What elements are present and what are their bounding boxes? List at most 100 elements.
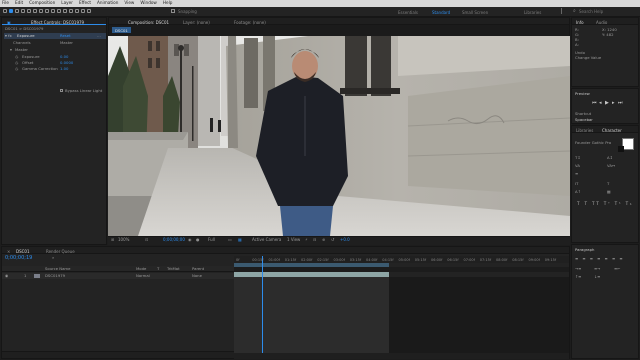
timeline-comp-tab[interactable]: DSC01 [14, 248, 32, 254]
puppet-tool-icon[interactable] [87, 9, 91, 13]
eraser-tool-icon[interactable] [75, 9, 79, 13]
fast-preview-icon[interactable]: ⚡ [305, 238, 308, 242]
libraries-tab[interactable]: Libraries [574, 127, 595, 133]
font-family-dropdown[interactable]: Founder Gothic Pro [575, 141, 611, 145]
indent-left-icon[interactable]: →≡ [575, 267, 581, 271]
pan-behind-tool-icon[interactable] [39, 9, 43, 13]
audio-tab[interactable]: Audio [594, 19, 609, 25]
rotate-tool-icon[interactable] [27, 9, 31, 13]
layer-parent-dropdown[interactable]: None [192, 274, 202, 278]
kerning-icon[interactable]: VA [575, 164, 580, 168]
exposure-stopwatch-icon[interactable]: ◷ [15, 55, 18, 59]
menu-help[interactable]: Help [163, 1, 173, 5]
menu-file[interactable]: File [2, 1, 9, 5]
clone-stamp-tool-icon[interactable] [69, 9, 73, 13]
zoom-tool-icon[interactable] [21, 9, 25, 13]
stroke-color-swatch[interactable] [618, 146, 624, 152]
region-of-interest-icon[interactable]: ▭ [228, 238, 232, 242]
workspace-small-screen[interactable]: Small Screen [462, 10, 488, 15]
shape-tool-icon[interactable] [45, 9, 49, 13]
reset-exposure-icon[interactable]: ↺ [331, 238, 334, 242]
menu-edit[interactable]: Edit [15, 1, 23, 5]
paragraph-align-row[interactable]: ≡ ≡ ≡ ≡ ≡ ≡ ≡ [575, 257, 624, 261]
comp-breadcrumb[interactable]: DSC01 [112, 27, 131, 33]
layer-name[interactable]: DSC01979 [45, 274, 65, 278]
info-tab[interactable]: Info [574, 19, 586, 25]
effect-expand-icon[interactable]: ▾ fx [5, 34, 12, 38]
camera-dropdown[interactable]: Active Camera [252, 238, 281, 242]
flowchart-icon[interactable]: ⊕ [322, 238, 325, 242]
brush-tool-icon[interactable] [63, 9, 67, 13]
menu-view[interactable]: View [124, 1, 134, 5]
menu-animation[interactable]: Animation [97, 1, 118, 5]
last-frame-icon[interactable]: ⏭ [618, 101, 623, 106]
gamma-value[interactable]: 1.00 [60, 67, 68, 71]
home-icon[interactable] [3, 9, 7, 13]
composition-frame[interactable] [108, 36, 570, 236]
bypass-linear-light-checkbox[interactable] [60, 89, 63, 92]
tsume-icon[interactable]: ▦ [607, 190, 611, 194]
play-icon[interactable]: ▶ [605, 101, 609, 106]
timeline-close-icon[interactable]: × [5, 248, 12, 254]
transparency-grid-icon[interactable]: ▦ [238, 238, 242, 242]
roto-brush-tool-icon[interactable] [81, 9, 85, 13]
stroke-width-icon[interactable]: ≡ [575, 172, 578, 176]
vertical-scale-icon[interactable]: IT [575, 182, 578, 186]
effect-about-link[interactable]: … [97, 34, 101, 38]
selection-tool-icon[interactable] [9, 9, 13, 13]
search-help-icon[interactable]: ⌕ [573, 9, 576, 14]
timeline-toggle-icon[interactable]: ⊟ [313, 238, 316, 242]
timeline-zoom-bar[interactable] [234, 353, 569, 359]
menu-effect[interactable]: Effect [79, 1, 91, 5]
character-tab[interactable]: Character [600, 127, 624, 133]
layer-mode-dropdown[interactable]: Normal [136, 274, 150, 278]
fit-icon[interactable]: ⊡ [145, 238, 148, 242]
camera-tool-icon[interactable] [33, 9, 37, 13]
workspace-standard[interactable]: Standard [432, 10, 450, 15]
workspace-libraries[interactable]: Libraries [524, 10, 541, 15]
exposure-value-field[interactable]: +0.0 [340, 238, 350, 242]
offset-value[interactable]: 0.0000 [60, 61, 73, 65]
indent-right-icon[interactable]: ≡← [614, 267, 620, 271]
baseline-shift-icon[interactable]: A↑ [575, 190, 581, 194]
snapping-checkbox[interactable] [171, 9, 175, 13]
render-queue-tab[interactable]: Render Queue [44, 248, 77, 254]
pen-tool-icon[interactable] [51, 9, 55, 13]
workspace-essentials[interactable]: Essentials [398, 10, 418, 15]
font-size-icon[interactable]: T↕ [575, 156, 581, 160]
show-channel-icon[interactable]: ● [196, 238, 200, 242]
leading-icon[interactable]: A↕ [607, 156, 613, 160]
exposure-value[interactable]: 0.00 [60, 55, 68, 59]
indent-first-icon[interactable]: ≡→ [594, 267, 600, 271]
views-dropdown[interactable]: 1 View [287, 238, 300, 242]
master-group-toggle[interactable]: ▾ [10, 48, 12, 52]
prev-frame-icon[interactable]: ◂ [599, 101, 602, 106]
next-frame-icon[interactable]: ▸ [612, 101, 615, 106]
effect-reset-button[interactable]: Reset [60, 34, 71, 38]
layer-tab[interactable]: Layer: (none) [181, 19, 212, 25]
current-time-indicator[interactable] [262, 256, 263, 353]
resolution-dropdown[interactable]: Full [208, 238, 215, 242]
visibility-eye-icon[interactable]: ◉ [5, 274, 8, 278]
effect-name[interactable]: Exposure [17, 34, 35, 38]
menu-composition[interactable]: Composition [29, 1, 55, 5]
timeline-search-icon[interactable]: ⌕ [52, 256, 54, 260]
footage-tab[interactable]: Footage: (none) [232, 19, 268, 25]
menu-layer[interactable]: Layer [61, 1, 73, 5]
viewer-timecode[interactable]: 0;00;00;00 [163, 238, 185, 242]
type-tool-icon[interactable] [57, 9, 61, 13]
space-before-icon[interactable]: ↑≡ [575, 275, 581, 279]
snapshot-icon[interactable]: ◉ [188, 238, 192, 242]
menu-window[interactable]: Window [140, 1, 157, 5]
timeline-timecode[interactable]: 0;00;00;19 [5, 256, 32, 261]
channels-dropdown[interactable]: Master [60, 41, 73, 45]
faux-styles-row[interactable]: T T TT Tᵀ T¹ T₁ [577, 201, 633, 206]
magnification-icon[interactable]: ⊞ [111, 238, 114, 242]
first-frame-icon[interactable]: ⏮ [592, 101, 597, 106]
shortcut-dropdown[interactable]: Spacebar [575, 118, 593, 122]
zoom-dropdown[interactable]: 100% [118, 238, 129, 242]
gamma-stopwatch-icon[interactable]: ◷ [15, 67, 18, 71]
search-help-input[interactable] [579, 9, 631, 14]
space-after-icon[interactable]: ↓≡ [594, 275, 600, 279]
offset-stopwatch-icon[interactable]: ◷ [15, 61, 18, 65]
